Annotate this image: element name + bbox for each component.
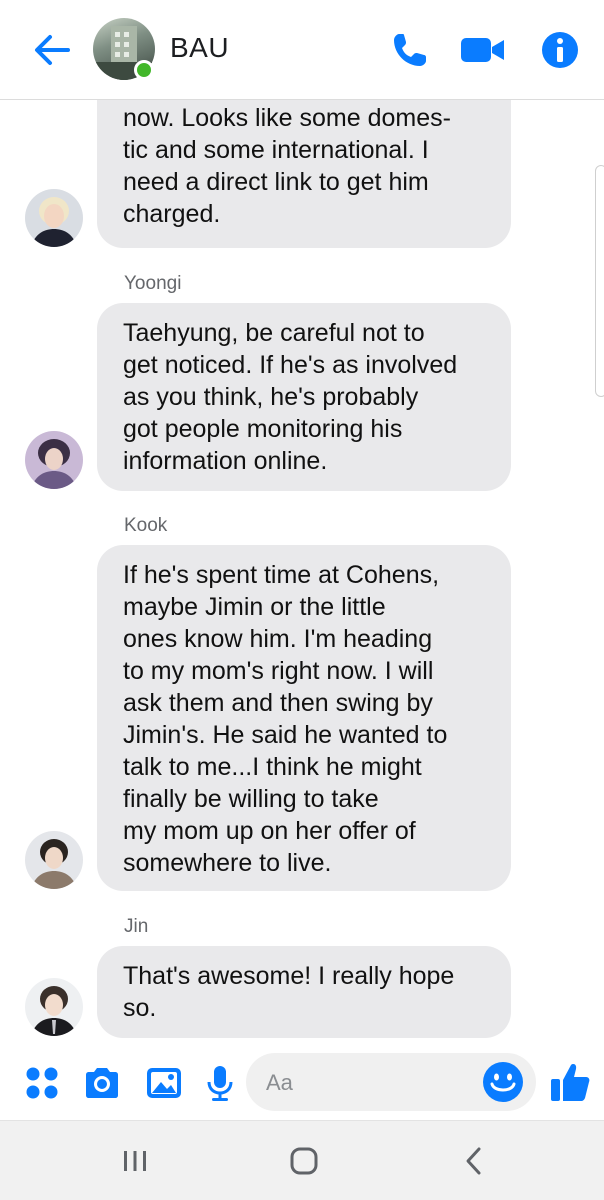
gallery-icon[interactable] — [144, 1063, 184, 1103]
thumbs-up-icon[interactable] — [548, 1060, 592, 1104]
message-bubble[interactable]: Taehyung, be careful not to get noticed.… — [97, 303, 511, 491]
message-bubble[interactable]: If he's spent time at Cohens, maybe Jimi… — [97, 545, 511, 891]
camera-icon[interactable] — [82, 1063, 122, 1103]
avatar-yoongi[interactable] — [25, 431, 83, 489]
message-bubble[interactable]: I'm tracking that down right now. Looks … — [97, 100, 511, 248]
apps-icon[interactable] — [22, 1063, 62, 1103]
message-composer — [0, 1050, 604, 1120]
scrollbar[interactable] — [595, 165, 604, 397]
recents-icon[interactable] — [115, 1141, 155, 1181]
back-icon[interactable] — [455, 1141, 495, 1181]
chat-title[interactable]: BAU — [170, 32, 229, 64]
info-icon[interactable] — [540, 30, 580, 70]
home-icon[interactable] — [284, 1141, 324, 1181]
message-input-pill[interactable] — [246, 1053, 536, 1111]
avatar-blond[interactable] — [25, 189, 83, 247]
message-bubble[interactable]: That's awesome! I really hope so. — [97, 946, 511, 1038]
video-icon[interactable] — [461, 30, 505, 70]
system-nav-bar — [0, 1120, 604, 1200]
emoji-icon[interactable] — [482, 1061, 524, 1103]
sender-name: Yoongi — [124, 273, 182, 294]
avatar-kook[interactable] — [25, 831, 83, 889]
phone-icon[interactable] — [390, 30, 430, 70]
avatar-jin[interactable] — [25, 978, 83, 1036]
mic-icon[interactable] — [200, 1063, 240, 1103]
back-arrow-icon[interactable] — [30, 28, 74, 72]
sender-name: Kook — [124, 515, 168, 536]
message-input[interactable] — [264, 1065, 478, 1101]
sender-name: Jin — [124, 916, 149, 937]
online-status-dot — [134, 60, 154, 80]
chat-header: BAU — [0, 0, 604, 100]
message-list[interactable]: I'm tracking that down right now. Looks … — [0, 100, 604, 1050]
